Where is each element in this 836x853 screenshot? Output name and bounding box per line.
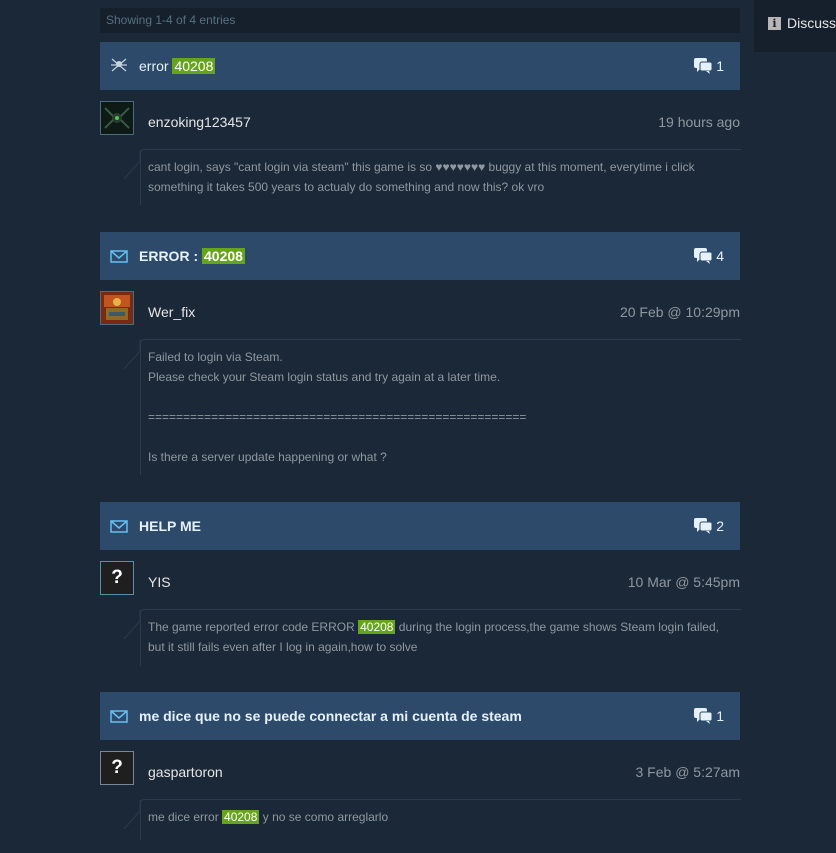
author-name[interactable]: Wer_fix [148,304,195,320]
comment-bubbles-icon [694,518,713,535]
artwork-avatar-image [101,292,133,324]
post-date: 19 hours ago [658,114,740,130]
highlighted-term: 40208 [202,248,245,264]
comment-bubbles-icon [694,708,713,725]
title-text: me dice que no se puede connectar a mi c… [139,708,522,724]
reply-count: 4 [694,232,724,280]
post-body: me dice error 40208 y no se como arregla… [148,807,738,827]
thread-header[interactable]: ERROR : 40208 4 [100,232,740,280]
discuss-label[interactable]: Discuss [787,15,836,31]
thread-title[interactable]: error 40208 [139,42,216,90]
thread-header[interactable]: HELP ME 2 [100,502,740,550]
reply-count-value: 4 [716,248,724,264]
bubble-tail [123,800,141,830]
comment-bubbles-icon [694,58,713,75]
author-name[interactable]: enzoking123457 [148,114,251,130]
reply-count: 1 [694,42,724,90]
post-body: cant login, says "cant login via steam" … [148,157,738,197]
info-icon: i [768,17,781,30]
post-text: Failed to login via Steam. Please check … [148,350,527,464]
default-avatar-glyph: ? [111,757,123,778]
highlighted-term: 40208 [222,810,260,824]
avatar[interactable] [100,291,134,325]
reply-count-value: 2 [716,518,724,534]
reply-count: 2 [694,502,724,550]
avatar[interactable] [100,101,134,135]
title-text: ERROR : [139,248,202,264]
avatar[interactable]: ? [100,561,134,595]
highlighted-term: 40208 [358,620,396,634]
title-text: error [139,58,173,74]
author-name[interactable]: YIS [148,574,171,590]
default-avatar-glyph: ? [111,567,123,588]
post-body: The game reported error code ERROR 40208… [148,617,738,657]
envelope-icon [110,710,128,723]
spider-avatar-image [101,102,133,134]
entries-count: Showing 1-4 of 4 entries [100,8,740,33]
author-name[interactable]: gaspartoron [148,764,223,780]
post-date: 10 Mar @ 5:45pm [627,574,740,590]
post-date: 3 Feb @ 5:27am [635,764,741,780]
post-text: The game reported error code ERROR [148,620,359,634]
thread-header[interactable]: error 40208 1 [100,42,740,90]
reply-count: 1 [694,692,724,740]
post-body: Failed to login via Steam. Please check … [148,347,738,467]
thread-title[interactable]: me dice que no se puede connectar a mi c… [139,692,522,740]
envelope-icon [110,250,128,263]
comment-bubbles-icon [694,248,713,265]
reply-count-value: 1 [716,58,724,74]
thread-header[interactable]: me dice que no se puede connectar a mi c… [100,692,740,740]
reply-count-value: 1 [716,708,724,724]
spider-avatar-icon [111,58,127,72]
bubble-tail [123,610,141,640]
post-text: cant login, says "cant login via steam" … [148,160,695,194]
post-text: y no se como arreglarlo [259,810,389,824]
post-text: me dice error [148,810,223,824]
title-text: HELP ME [139,518,201,534]
bubble-tail [123,150,141,180]
envelope-icon [110,520,128,533]
highlighted-term: 40208 [172,58,216,74]
avatar[interactable]: ? [100,751,134,785]
thread-title[interactable]: ERROR : 40208 [139,232,245,280]
bubble-tail [123,340,141,370]
thread-title[interactable]: HELP ME [139,502,201,550]
post-date: 20 Feb @ 10:29pm [619,304,740,320]
